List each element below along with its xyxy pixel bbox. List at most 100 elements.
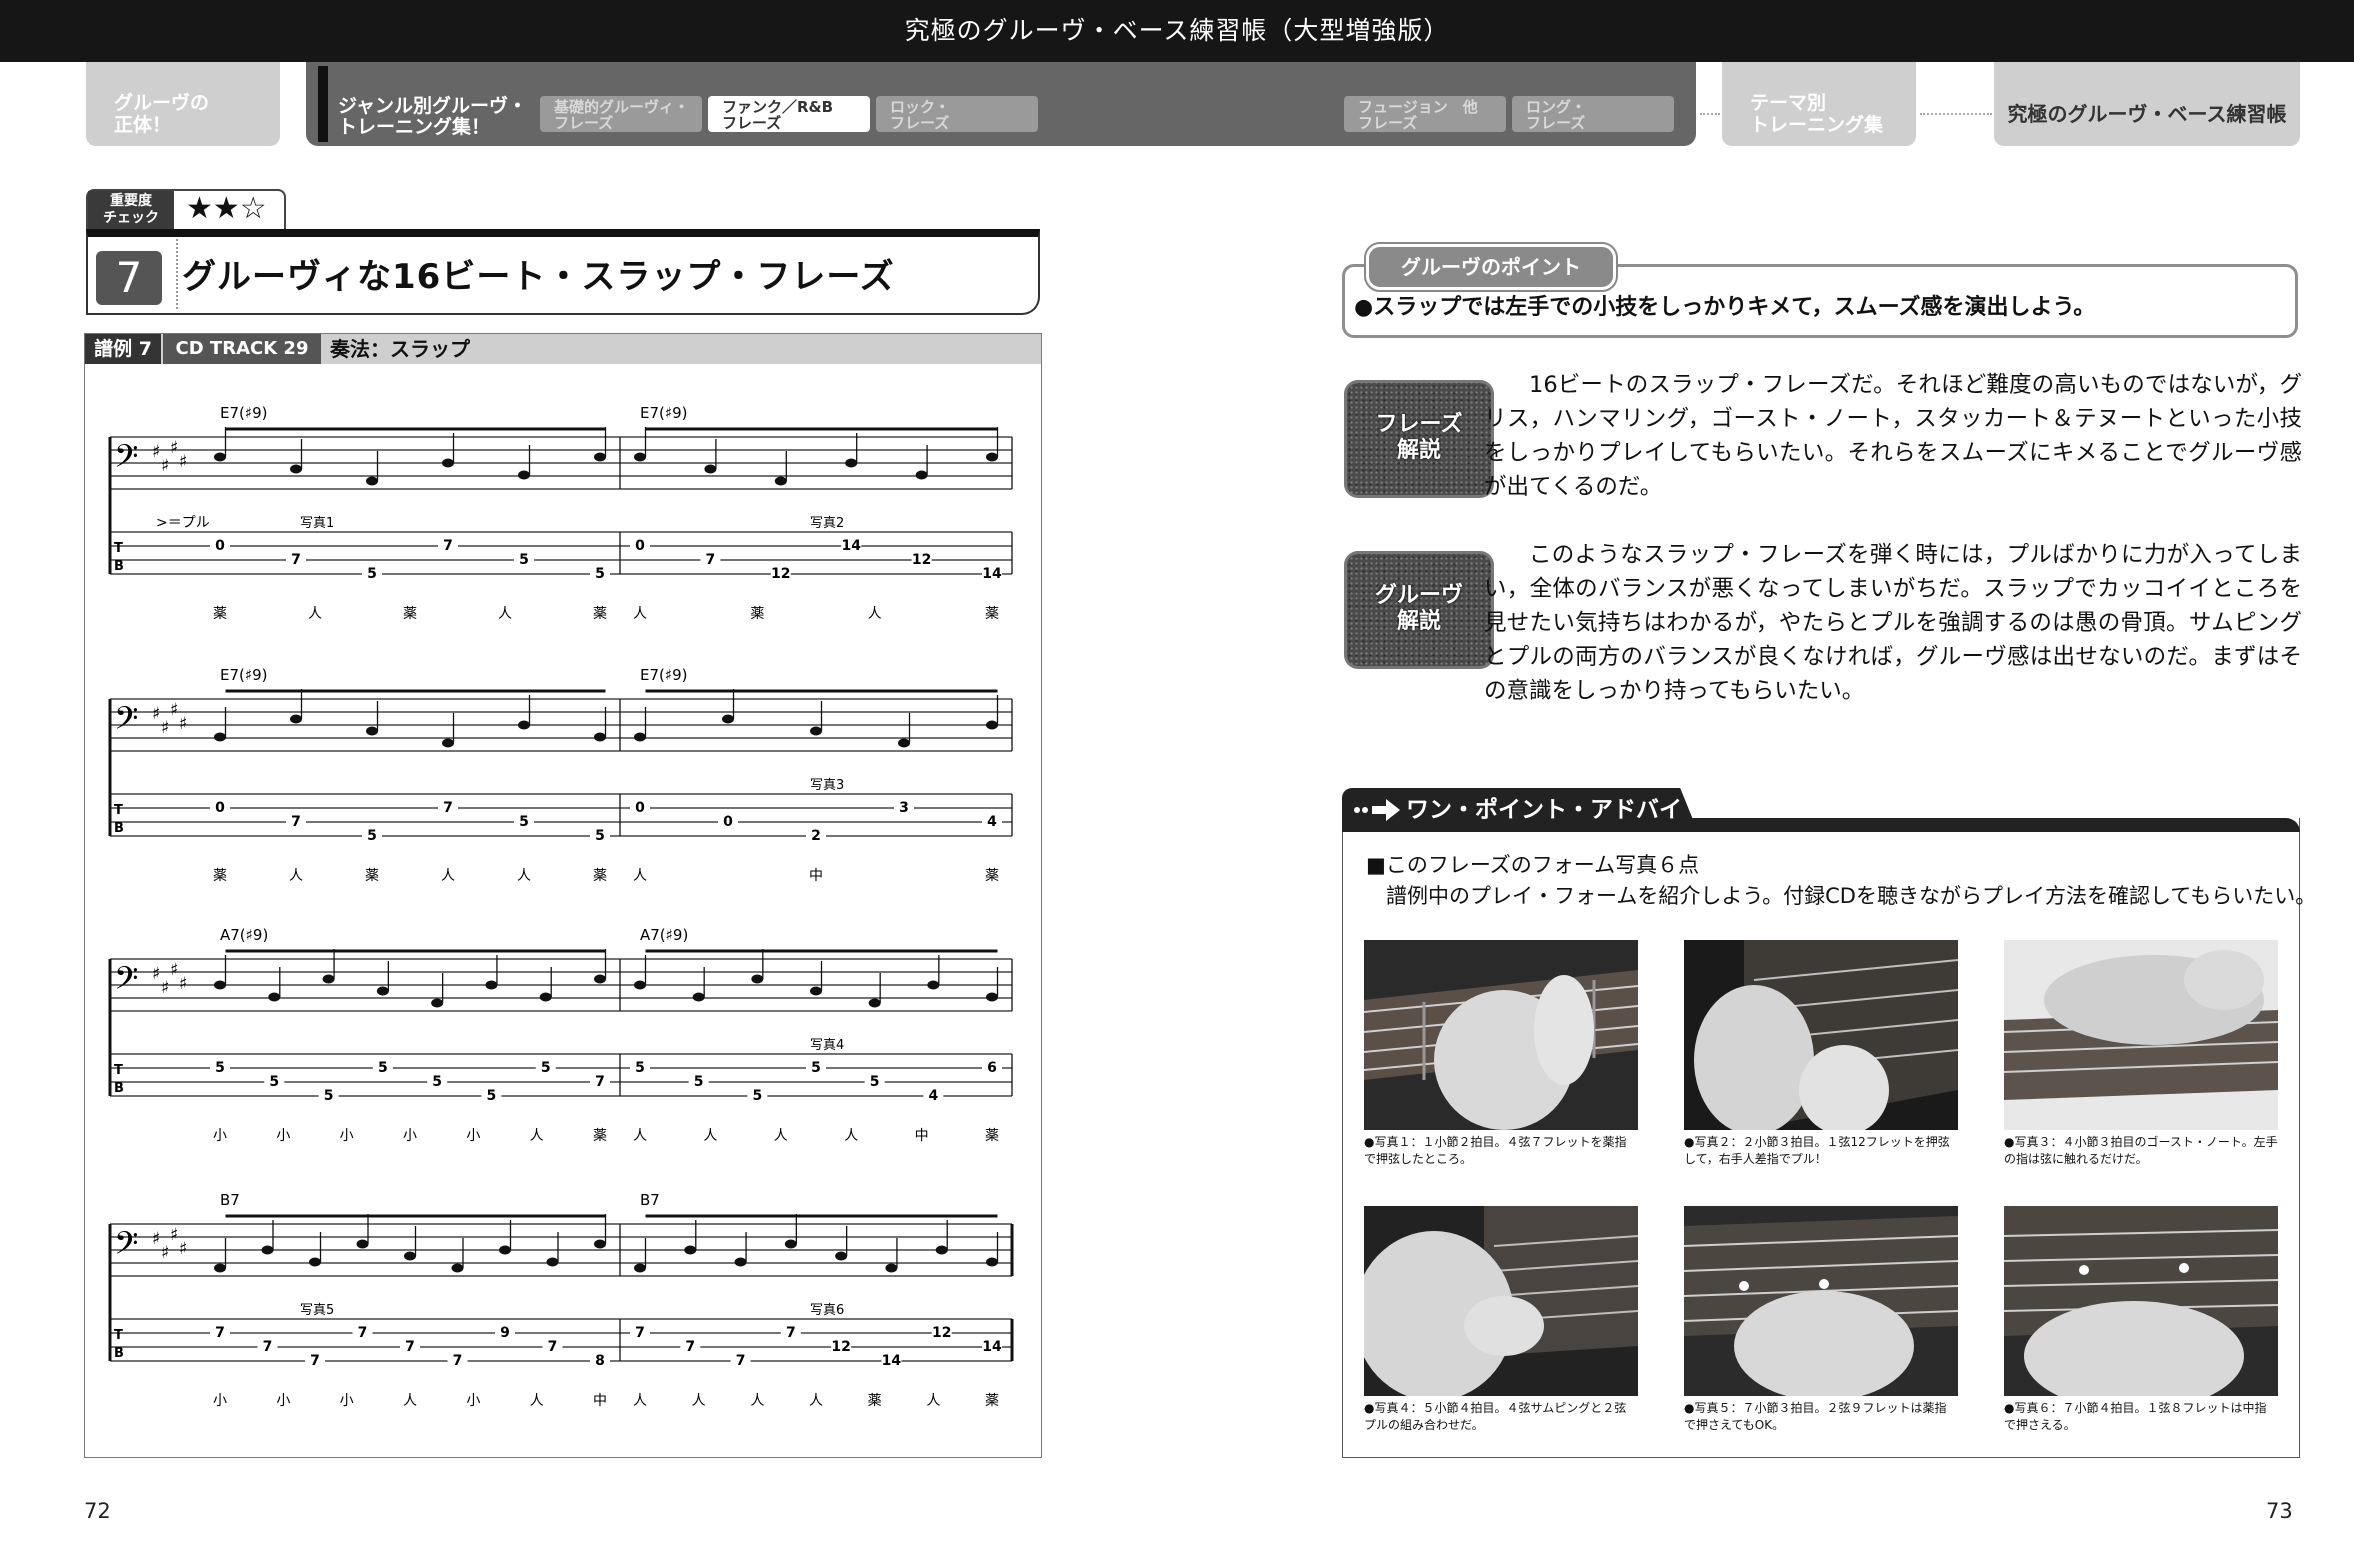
note-head	[268, 992, 281, 1002]
note-head	[986, 1257, 998, 1267]
finger-label: 中	[809, 868, 823, 884]
groove-point-text: ●スラップでは左手での小技をしっかりキメて，スムーズ感を演出しよう。	[1354, 295, 2096, 320]
tab-clef-label: T	[114, 541, 123, 556]
finger-label: 人	[498, 606, 512, 622]
note-head	[214, 1263, 226, 1273]
tab-number: 5	[752, 1088, 762, 1104]
chord-name: B7	[640, 1191, 660, 1209]
nav-subtab-fusion[interactable]: フュージョン 他 フレーズ	[1344, 96, 1506, 132]
finger-label: 人	[633, 1128, 647, 1144]
tab-number: 5	[378, 1060, 388, 1076]
page-number-right: 73	[2266, 1499, 2293, 1523]
groove-explanation-text: このようなスラップ・フレーズを弾く時には，プルばかりに力が入ってしまい，全体のバ…	[1484, 542, 2302, 704]
tab-number: 5	[811, 1060, 821, 1076]
note-head	[442, 458, 454, 468]
nav-subtab-long[interactable]: ロング・ フレーズ	[1512, 96, 1674, 132]
sharp-icon: ♯	[170, 438, 178, 458]
finger-label: 人	[633, 606, 647, 622]
note-head	[868, 998, 881, 1008]
finger-label: 人	[633, 868, 647, 884]
note-head	[986, 452, 998, 462]
form-photo-5-caption: ●写真５：７小節３拍目。２弦９フレットは薬指で押さえてもOK。	[1684, 1401, 1947, 1432]
sharp-icon: ♯	[161, 1243, 169, 1263]
note-head	[634, 732, 646, 742]
nav-book-title[interactable]: 究極のグルーヴ・ベース練習帳	[1994, 62, 2300, 146]
note-head	[634, 452, 646, 462]
finger-label: 人	[633, 1393, 647, 1409]
sharp-icon: ♯	[161, 718, 169, 738]
tab-number: 0	[635, 538, 645, 554]
finger-label: 人	[308, 606, 322, 622]
sharp-icon: ♯	[152, 1229, 160, 1249]
nav-subtab-funk-rnb[interactable]: ファンク／R&B フレーズ	[708, 96, 870, 132]
tab-clef-label: T	[114, 1328, 123, 1343]
tab-clef-label: B	[114, 1346, 124, 1361]
note-head	[634, 980, 646, 990]
book-title: 究極のグルーヴ・ベース練習帳（大型増強版）	[904, 16, 1450, 45]
note-head	[214, 452, 226, 462]
chord-name: A7(♯9)	[220, 926, 268, 944]
finger-label: 小	[276, 1393, 290, 1409]
tab-number: 7	[706, 552, 716, 568]
note-head	[214, 980, 226, 990]
lesson-number: 7	[96, 251, 162, 305]
form-photo-5	[1684, 1206, 1958, 1396]
tab-number: 7	[405, 1339, 415, 1355]
finger-label: 小	[466, 1393, 480, 1409]
tab-number: 3	[899, 800, 909, 816]
tab-number: 7	[595, 1074, 605, 1090]
form-photo-1-caption: ●写真１：１小節２拍目。４弦７フレットを薬指で押弦したところ。	[1364, 1135, 1627, 1166]
note-head	[485, 980, 498, 990]
finger-label: 人	[844, 1128, 858, 1144]
note-head	[684, 1245, 697, 1255]
tab-number: 7	[548, 1339, 558, 1355]
note-head	[845, 458, 858, 468]
note-head	[309, 1257, 321, 1267]
finger-label: 人	[530, 1128, 544, 1144]
note-head	[986, 720, 998, 730]
finger-label: 小	[340, 1128, 354, 1144]
nav-tab-theme-training[interactable]: テーマ別 トレーニング集	[1722, 62, 1916, 146]
tab-clef-label: T	[114, 803, 123, 818]
tab-number: 2	[811, 828, 821, 844]
finger-label: 人	[403, 1393, 417, 1409]
finger-label: 人	[289, 868, 303, 884]
finger-label: 中	[593, 1393, 607, 1409]
note-head	[518, 470, 530, 480]
nav-subtab-rock[interactable]: ロック・ フレーズ	[876, 96, 1038, 132]
importance-stars: ★★☆	[186, 191, 267, 226]
tab-number: 5	[541, 1060, 551, 1076]
finger-label: 人	[809, 1393, 823, 1409]
nav-dots	[1920, 113, 1992, 115]
tab-number: 14	[982, 566, 1002, 582]
note-head	[214, 732, 226, 742]
nav-tab-groove-essence[interactable]: グルーヴの 正体！	[86, 62, 280, 146]
note-head	[774, 476, 787, 486]
arrow-right-icon	[1352, 792, 1404, 828]
note-head	[518, 720, 530, 730]
note-head	[322, 974, 335, 984]
note-head	[810, 726, 822, 736]
note-head	[634, 1263, 646, 1273]
tab-number: 7	[453, 1353, 463, 1369]
nav-section-label: ジャンル別グルーヴ・ トレーニング集！	[338, 95, 528, 138]
tab-clef-label: B	[114, 1081, 124, 1096]
tab-number: 7	[291, 814, 301, 830]
tab-number: 7	[736, 1353, 746, 1369]
photo-reference: 写真4	[810, 1038, 844, 1053]
form-photo-4-caption: ●写真４：５小節４拍目。４弦サムピングと２弦プルの組み合わせだ。	[1364, 1401, 1627, 1432]
tab-number: 14	[841, 538, 861, 554]
finger-label: 薬	[593, 1128, 607, 1144]
finger-label: 薬	[985, 1393, 999, 1409]
finger-label: 小	[340, 1393, 354, 1409]
finger-label: 小	[403, 1128, 417, 1144]
finger-label: 人	[692, 1393, 706, 1409]
sharp-icon: ♯	[152, 704, 160, 724]
finger-label: 薬	[213, 868, 227, 884]
note-head	[898, 738, 910, 748]
nav-subtab-basic[interactable]: 基礎的グルーヴィ・ フレーズ	[540, 96, 702, 132]
note-head	[734, 1257, 747, 1267]
chord-name: E7(♯9)	[640, 404, 688, 422]
note-head	[885, 1263, 898, 1273]
chord-name: E7(♯9)	[220, 666, 268, 684]
